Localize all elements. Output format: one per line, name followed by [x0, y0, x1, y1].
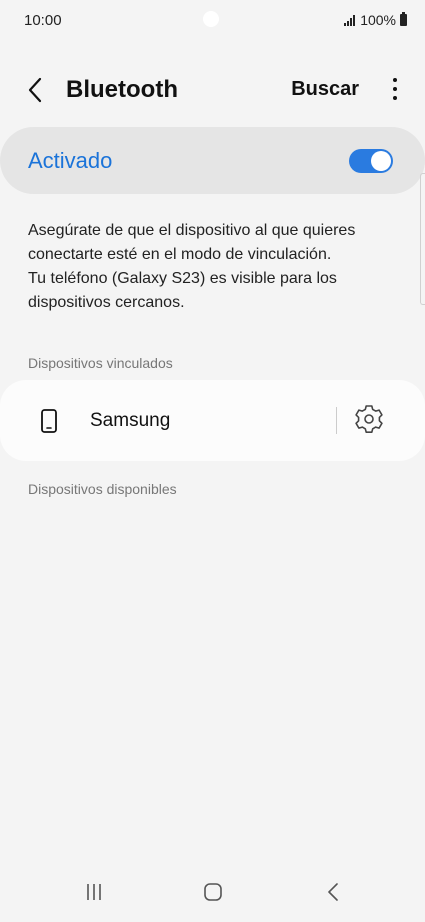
nav-back-icon[interactable]: [323, 882, 343, 902]
search-button[interactable]: Buscar: [291, 78, 359, 101]
more-options-icon[interactable]: [391, 78, 399, 102]
page-title: Bluetooth: [66, 76, 178, 103]
battery-icon: [400, 12, 407, 26]
divider: [336, 407, 337, 434]
home-icon[interactable]: [203, 882, 223, 902]
phone-icon: [41, 409, 57, 433]
scroll-indicator: [420, 173, 425, 305]
info-line: Tu teléfono (Galaxy S23) es visible para…: [28, 270, 337, 287]
paired-devices-header: Dispositivos vinculados: [28, 355, 173, 371]
app-header: Bluetooth Buscar: [0, 66, 425, 114]
info-line: dispositivos cercanos.: [28, 294, 185, 311]
recent-apps-icon[interactable]: [84, 882, 104, 902]
device-name: Samsung: [90, 410, 171, 431]
signal-icon: [344, 14, 356, 26]
info-line: conectarte esté en el modo de vinculació…: [28, 246, 332, 263]
back-arrow-icon[interactable]: [20, 74, 52, 106]
available-devices-header: Dispositivos disponibles: [28, 481, 177, 497]
status-time: 10:00: [24, 12, 62, 29]
gear-icon[interactable]: [352, 402, 386, 436]
status-bar: 10:00 100%: [0, 0, 425, 40]
info-line: Asegúrate de que el dispositivo al que q…: [28, 222, 356, 239]
battery-percent: 100%: [360, 12, 396, 28]
camera-cutout: [203, 11, 219, 27]
visibility-info-text: Asegúrate de que el dispositivo al que q…: [28, 219, 398, 315]
bluetooth-switch[interactable]: [349, 149, 393, 173]
status-indicators: 100%: [344, 12, 407, 28]
switch-knob: [371, 151, 391, 171]
bluetooth-toggle-row[interactable]: Activado: [0, 127, 425, 194]
paired-device-item[interactable]: Samsung: [0, 380, 425, 461]
bluetooth-status-label: Activado: [28, 148, 113, 173]
system-navigation-bar: [0, 872, 425, 912]
